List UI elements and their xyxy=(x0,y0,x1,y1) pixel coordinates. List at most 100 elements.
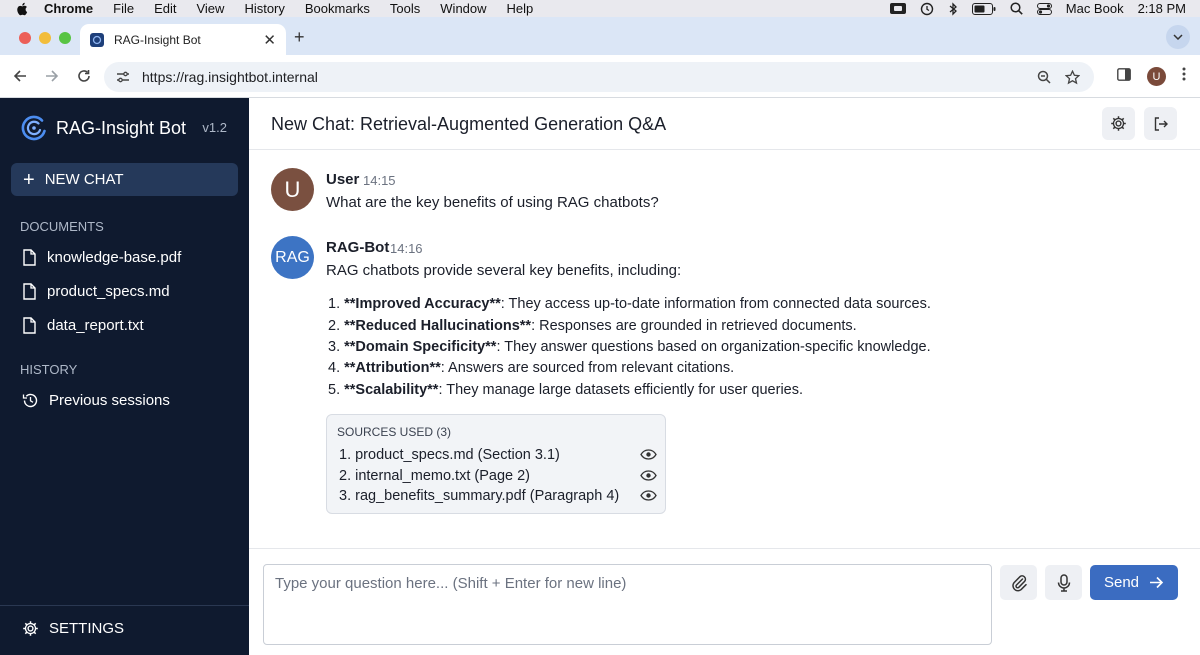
more-menu-kebab-icon[interactable] xyxy=(1182,67,1186,86)
zoom-magnifier-icon[interactable] xyxy=(1037,70,1051,84)
appletv-icon[interactable] xyxy=(889,3,906,14)
user-avatar: U xyxy=(271,168,314,211)
previous-sessions-label: Previous sessions xyxy=(49,391,170,409)
menu-file[interactable]: File xyxy=(113,1,134,16)
arrow-right-icon xyxy=(1150,576,1164,589)
profile-avatar[interactable]: U xyxy=(1147,67,1166,86)
address-bar[interactable]: https://rag.insightbot.internal xyxy=(104,62,1094,92)
benefit-item: 4. **Attribution**: Answers are sourced … xyxy=(328,360,735,376)
reload-icon[interactable] xyxy=(68,69,100,83)
document-icon xyxy=(23,248,36,266)
send-button[interactable]: Send xyxy=(1090,565,1178,600)
composer: Send xyxy=(249,548,1200,655)
brand[interactable]: RAG-Insight Bot xyxy=(20,114,186,142)
bot-intro-text: RAG chatbots provide several key benefit… xyxy=(326,262,682,279)
attach-button[interactable] xyxy=(1000,565,1037,600)
time-machine-icon[interactable] xyxy=(920,2,934,16)
address-url[interactable]: https://rag.insightbot.internal xyxy=(142,69,1037,85)
gear-icon xyxy=(1111,116,1126,131)
tab-search-chevron-icon[interactable] xyxy=(1166,25,1190,49)
control-center-icon[interactable] xyxy=(1036,2,1052,15)
bookmark-star-icon[interactable] xyxy=(1065,69,1080,85)
document-item-data-report[interactable]: data_report.txt xyxy=(22,314,144,336)
window-controls xyxy=(19,32,71,44)
menu-window[interactable]: Window xyxy=(440,1,486,16)
view-source-eye-icon[interactable] xyxy=(640,490,657,501)
minimize-window-button[interactable] xyxy=(39,32,51,44)
chat-panel: New Chat: Retrieval-Augmented Generation… xyxy=(249,98,1200,655)
bot-avatar: RAG xyxy=(271,236,314,279)
menu-help[interactable]: Help xyxy=(507,1,534,16)
apple-icon[interactable] xyxy=(0,2,44,16)
site-info-tune-icon[interactable] xyxy=(116,71,130,83)
document-item-product-specs[interactable]: product_specs.md xyxy=(22,280,170,302)
benefit-item: 1. **Improved Accuracy**: They access up… xyxy=(328,296,931,312)
menubar-device-name: Mac Book xyxy=(1065,1,1124,16)
spotlight-search-icon[interactable] xyxy=(1010,2,1023,15)
logout-button[interactable] xyxy=(1144,107,1177,140)
benefit-item: 5. **Scalability**: They manage large da… xyxy=(328,382,804,398)
benefit-item: 2. **Reduced Hallucinations**: Responses… xyxy=(328,318,857,334)
document-item-knowledge-base[interactable]: knowledge-base.pdf xyxy=(22,246,181,268)
menu-view[interactable]: View xyxy=(196,1,224,16)
new-chat-label: NEW CHAT xyxy=(44,171,124,188)
bot-timestamp: 14:16 xyxy=(390,241,423,256)
paperclip-icon xyxy=(1011,574,1027,591)
view-source-eye-icon[interactable] xyxy=(640,470,657,481)
history-section-label: HISTORY xyxy=(20,362,78,377)
zoom-window-button[interactable] xyxy=(59,32,71,44)
history-clock-icon xyxy=(22,393,38,407)
document-name: knowledge-base.pdf xyxy=(47,248,182,266)
app-sidebar: RAG-Insight Bot v1.2 + NEW CHAT DOCUMENT… xyxy=(0,98,249,655)
side-panel-icon[interactable] xyxy=(1117,67,1131,86)
document-name: product_specs.md xyxy=(47,282,170,300)
tab-title: RAG-Insight Bot xyxy=(114,32,201,47)
view-source-eye-icon[interactable] xyxy=(640,449,657,460)
close-tab-icon[interactable]: ✕ xyxy=(263,31,276,49)
source-label: 3. rag_benefits_summary.pdf (Paragraph 4… xyxy=(339,487,620,504)
menu-edit[interactable]: Edit xyxy=(154,1,176,16)
new-tab-plus-icon[interactable]: + xyxy=(294,27,305,48)
tab-favicon-icon xyxy=(90,32,104,47)
menu-tools[interactable]: Tools xyxy=(390,1,420,16)
browser-tab-active[interactable]: RAG-Insight Bot ✕ xyxy=(80,24,286,55)
sources-panel: SOURCES USED (3) 1. product_specs.md (Se… xyxy=(326,414,666,514)
question-input[interactable] xyxy=(263,564,992,645)
menu-app-name[interactable]: Chrome xyxy=(44,1,93,16)
bot-name: RAG-Bot xyxy=(326,239,390,256)
logout-icon xyxy=(1154,116,1168,131)
settings-label: SETTINGS xyxy=(49,620,125,637)
sidebar-divider xyxy=(0,605,249,606)
source-item: 3. rag_benefits_summary.pdf (Paragraph 4… xyxy=(339,486,659,505)
source-item: 2. internal_memo.txt (Page 2) xyxy=(339,466,659,485)
user-timestamp: 14:15 xyxy=(363,173,396,188)
chat-settings-button[interactable] xyxy=(1102,107,1135,140)
source-item: 1. product_specs.md (Section 3.1) xyxy=(339,445,659,464)
brand-logo-icon xyxy=(21,115,46,141)
app-version: v1.2 xyxy=(202,120,227,135)
chat-title: New Chat: Retrieval-Augmented Generation… xyxy=(271,114,667,134)
bluetooth-icon[interactable] xyxy=(948,1,958,16)
new-chat-button[interactable]: + NEW CHAT xyxy=(11,163,238,196)
forward-arrow-icon[interactable] xyxy=(36,69,68,83)
menu-history[interactable]: History xyxy=(244,1,284,16)
send-label: Send xyxy=(1103,574,1140,591)
documents-section-label: DOCUMENTS xyxy=(20,219,104,234)
previous-sessions-item[interactable]: Previous sessions xyxy=(22,389,170,411)
menu-bookmarks[interactable]: Bookmarks xyxy=(305,1,370,16)
back-arrow-icon[interactable] xyxy=(4,69,36,83)
microphone-icon xyxy=(1057,573,1070,592)
user-message-text: What are the key benefits of using RAG c… xyxy=(326,194,659,211)
voice-input-button[interactable] xyxy=(1045,565,1082,600)
source-label: 2. internal_memo.txt (Page 2) xyxy=(339,467,531,484)
plus-icon: + xyxy=(23,168,35,191)
close-window-button[interactable] xyxy=(19,32,31,44)
chat-header: New Chat: Retrieval-Augmented Generation… xyxy=(249,98,1200,150)
macos-menubar: Chrome File Edit View History Bookmarks … xyxy=(0,0,1200,17)
brand-name: RAG-Insight Bot xyxy=(56,117,187,138)
user-name: User xyxy=(326,171,360,188)
menubar-clock[interactable]: 2:18 PM xyxy=(1138,1,1186,16)
settings-button[interactable]: SETTINGS xyxy=(22,620,124,637)
document-icon xyxy=(23,282,36,300)
battery-icon[interactable] xyxy=(971,2,996,15)
